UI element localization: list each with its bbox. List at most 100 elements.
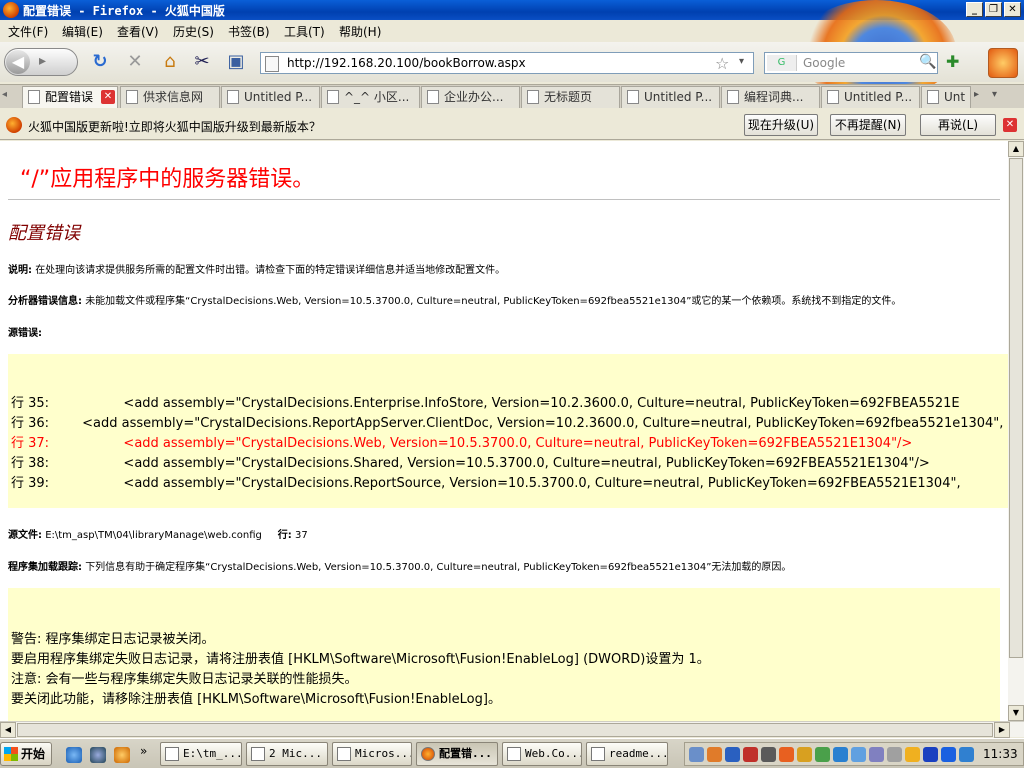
- windows-logo-icon: [4, 747, 18, 761]
- tab-list-icon[interactable]: ▾: [992, 89, 997, 100]
- horizontal-scrollbar[interactable]: ◀ ▶: [0, 721, 1024, 738]
- fox-extension-icon[interactable]: [988, 48, 1018, 78]
- scroll-down-icon[interactable]: ▼: [1008, 705, 1024, 721]
- url-dropdown-icon[interactable]: ▾: [739, 56, 744, 67]
- tab-item[interactable]: ^_^ 小区...: [321, 86, 420, 108]
- search-icon[interactable]: 🔍: [919, 54, 936, 70]
- remind-later-button[interactable]: 再说(L): [920, 114, 996, 136]
- notification-message: 火狐中国版更新啦!立即将火狐中国版升级到最新版本？: [28, 120, 321, 134]
- menu-bookmarks[interactable]: 书签(B): [228, 23, 270, 40]
- tab-item[interactable]: 编程词典...: [721, 86, 820, 108]
- menu-view[interactable]: 查看(V): [117, 23, 159, 40]
- settings-icon[interactable]: ▣: [224, 50, 248, 74]
- tray-fire-icon[interactable]: [779, 747, 794, 762]
- tray-volume-icon[interactable]: [887, 747, 902, 762]
- tab-item[interactable]: 供求信息网: [120, 86, 220, 108]
- back-button[interactable]: ◀: [6, 50, 30, 74]
- tray-shield-icon[interactable]: [815, 747, 830, 762]
- window-title: 配置错误 - Firefox - 火狐中国版: [23, 4, 225, 18]
- start-button[interactable]: 开始: [0, 742, 52, 766]
- tab-item[interactable]: Untitled P...: [821, 86, 920, 108]
- address-bar[interactable]: http://192.168.20.100/bookBorrow.aspx ☆ …: [260, 52, 754, 74]
- ie-quicklaunch-icon[interactable]: [66, 747, 82, 763]
- horizontal-scroll-thumb[interactable]: [17, 723, 993, 737]
- tray-network-icon[interactable]: [689, 747, 704, 762]
- taskbar-button[interactable]: readme...: [586, 742, 668, 766]
- stop-button[interactable]: ✕: [123, 50, 147, 74]
- tab-page-icon: [727, 90, 739, 104]
- tab-item[interactable]: 无标题页: [521, 86, 620, 108]
- tab-item[interactable]: Unt: [921, 86, 971, 108]
- tab-active[interactable]: 配置错误 ✕: [22, 86, 118, 108]
- notification-close-icon[interactable]: ✕: [1003, 118, 1017, 132]
- trace-line: 警告: 程序集绑定日志记录被关闭。: [11, 632, 215, 647]
- scroll-right-icon[interactable]: ▶: [994, 722, 1010, 738]
- tray-umbrella-icon[interactable]: [905, 747, 920, 762]
- system-tray: 11:33: [684, 742, 1024, 766]
- quicklaunch-more-icon[interactable]: »: [140, 744, 147, 758]
- tray-firefox-icon[interactable]: [707, 747, 722, 762]
- tab-scroll-left-icon[interactable]: ◂: [2, 89, 7, 100]
- home-button[interactable]: ⌂: [158, 50, 182, 74]
- source-file-paragraph: 源文件: E:\tm_asp\TM\04\libraryManage\web.c…: [8, 526, 308, 541]
- tab-bar: ◂ 配置错误 ✕ 供求信息网 Untitled P... ^_^ 小区... 企…: [0, 84, 1024, 108]
- tray-app-icon[interactable]: [725, 747, 740, 762]
- taskbar-button[interactable]: Web.Co...: [502, 742, 582, 766]
- app-quicklaunch-icon[interactable]: [114, 747, 130, 763]
- tray-security-icon[interactable]: [743, 747, 758, 762]
- tab-scroll-right-icon[interactable]: ▸: [974, 89, 979, 100]
- tab-item[interactable]: Untitled P...: [621, 86, 720, 108]
- search-bar[interactable]: G Google 🔍: [764, 52, 938, 74]
- scroll-up-icon[interactable]: ▲: [1008, 141, 1024, 157]
- maximize-button[interactable]: ❐: [985, 2, 1002, 17]
- bookmark-star-icon[interactable]: ☆: [715, 54, 729, 73]
- line-value: 37: [294, 530, 308, 541]
- tab-close-icon[interactable]: ✕: [101, 90, 115, 104]
- upgrade-now-button[interactable]: 现在升级(U): [744, 114, 818, 136]
- menu-tools[interactable]: 工具(T): [284, 23, 325, 40]
- search-engine-icon[interactable]: G: [767, 55, 797, 71]
- tray-input-icon[interactable]: [761, 747, 776, 762]
- tray-display-icon[interactable]: [869, 747, 884, 762]
- no-remind-button[interactable]: 不再提醒(N): [830, 114, 906, 136]
- taskbar-button-label: E:\tm_...: [183, 747, 242, 760]
- taskbar-button[interactable]: 2 Mic...: [246, 742, 328, 766]
- notification-fox-icon: [6, 117, 22, 133]
- tab-item[interactable]: Untitled P...: [221, 86, 320, 108]
- tray-bluetooth-icon[interactable]: [941, 747, 956, 762]
- code-line-highlighted: 行 37: <add assembly="CrystalDecisions.We…: [11, 436, 913, 451]
- close-window-button[interactable]: ✕: [1004, 2, 1021, 17]
- minimize-button[interactable]: _: [966, 2, 983, 17]
- app-window-icon: [337, 747, 351, 761]
- tray-media-icon[interactable]: [923, 747, 938, 762]
- vertical-scroll-thumb[interactable]: [1009, 158, 1023, 658]
- tab-item[interactable]: 企业办公...: [421, 86, 520, 108]
- tray-language-icon[interactable]: [959, 747, 974, 762]
- back-forward-group: ◀ ▸: [4, 48, 78, 76]
- tab-label: ^_^ 小区...: [344, 90, 410, 104]
- menu-help[interactable]: 帮助(H): [339, 23, 381, 40]
- url-text[interactable]: http://192.168.20.100/bookBorrow.aspx: [287, 56, 526, 70]
- tray-sync-icon[interactable]: [851, 747, 866, 762]
- reload-button[interactable]: ↻: [88, 50, 112, 74]
- line-label: 行:: [277, 530, 292, 541]
- desktop-quicklaunch-icon[interactable]: [90, 747, 106, 763]
- vertical-scrollbar[interactable]: ▲ ▼: [1008, 141, 1024, 721]
- search-input[interactable]: Google: [803, 56, 845, 70]
- source-file-value: E:\tm_asp\TM\04\libraryManage\web.config: [45, 530, 262, 541]
- menu-edit[interactable]: 编辑(E): [62, 23, 103, 40]
- tray-update-icon[interactable]: [833, 747, 848, 762]
- taskbar: 开始 » E:\tm_... 2 Mic... Micros... 配置错...…: [0, 738, 1024, 768]
- tray-qq-icon[interactable]: [797, 747, 812, 762]
- taskbar-button[interactable]: E:\tm_...: [160, 742, 242, 766]
- tab-page-icon: [28, 90, 40, 104]
- tab-page-icon: [227, 90, 239, 104]
- add-search-icon[interactable]: ✚: [946, 52, 959, 71]
- menu-history[interactable]: 历史(S): [173, 23, 214, 40]
- scroll-left-icon[interactable]: ◀: [0, 722, 16, 738]
- scissors-icon[interactable]: ✂: [190, 50, 214, 74]
- forward-button[interactable]: ▸: [39, 53, 46, 69]
- taskbar-button-active[interactable]: 配置错...: [416, 742, 498, 766]
- menu-file[interactable]: 文件(F): [8, 23, 48, 40]
- taskbar-button[interactable]: Micros...: [332, 742, 412, 766]
